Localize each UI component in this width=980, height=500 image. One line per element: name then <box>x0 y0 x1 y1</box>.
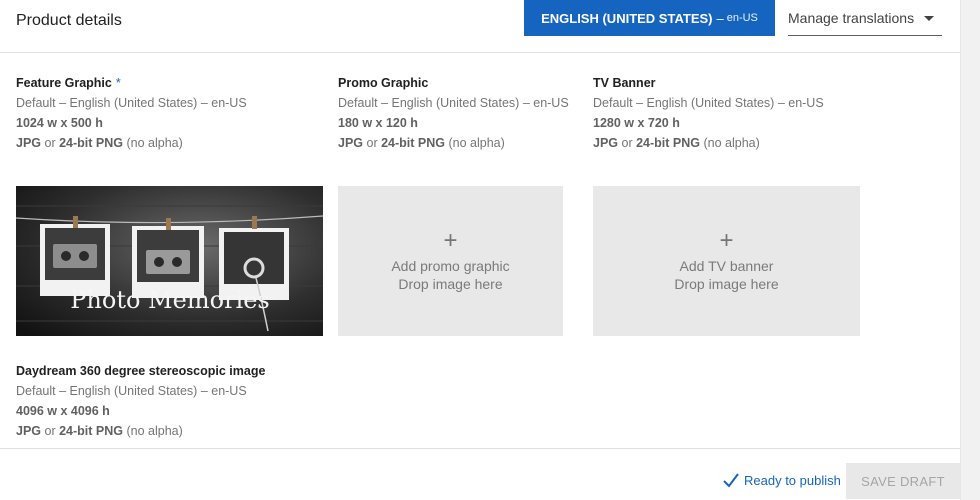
scrollbar[interactable] <box>960 0 980 500</box>
daydream-title: Daydream 360 degree stereoscopic image <box>16 364 266 378</box>
promo-graphic-spec: Promo Graphic Default – English (United … <box>338 73 569 153</box>
manage-translations-label: Manage translations <box>788 9 915 26</box>
required-marker: * <box>115 76 121 90</box>
ready-to-publish-label: Ready to publish <box>744 472 841 488</box>
promo-dropzone-label: Add promo graphic <box>391 258 510 274</box>
promo-graphic-dimensions: 180 w x 120 h <box>338 116 418 130</box>
daydream-language: Default – English (United States) – en-U… <box>16 384 247 398</box>
promo-graphic-format: JPG or 24-bit PNG (no alpha) <box>338 136 505 150</box>
promo-graphic-dropzone[interactable]: + Add promo graphic Drop image here <box>338 186 563 336</box>
manage-translations-dropdown[interactable]: Manage translations <box>788 0 942 36</box>
promo-graphic-title: Promo Graphic <box>338 76 429 90</box>
page-header: Product details ENGLISH (UNITED STATES) … <box>0 0 960 53</box>
feature-graphic-title: Feature Graphic <box>16 76 112 90</box>
feature-graphic-dimensions: 1024 w x 500 h <box>16 116 103 130</box>
tv-banner-language: Default – English (United States) – en-U… <box>593 96 824 110</box>
product-details-page: Product details ENGLISH (UNITED STATES) … <box>0 0 980 500</box>
checkmark-icon <box>723 473 739 488</box>
tv-dropzone-label: Add TV banner <box>679 258 774 274</box>
plus-icon: + <box>443 227 458 254</box>
language-code: en-US <box>726 12 758 24</box>
tv-dropzone-hint: Drop image here <box>674 276 779 292</box>
caret-down-icon <box>924 16 934 21</box>
plus-icon: + <box>719 227 734 254</box>
feature-graphic-format: JPG or 24-bit PNG (no alpha) <box>16 136 183 150</box>
feature-graphic-image[interactable]: Photo Memories <box>16 186 323 336</box>
tv-banner-dropzone[interactable]: + Add TV banner Drop image here <box>593 186 860 336</box>
daydream-format: JPG or 24-bit PNG (no alpha) <box>16 424 183 438</box>
language-separator: – <box>716 10 724 26</box>
promo-dropzone-hint: Drop image here <box>398 276 503 292</box>
feature-graphic-spec: Feature Graphic * Default – English (Unit… <box>16 73 247 153</box>
save-draft-button[interactable]: SAVE DRAFT <box>846 463 960 499</box>
daydream-image-spec: Daydream 360 degree stereoscopic image D… <box>16 361 265 441</box>
ready-to-publish-status[interactable]: Ready to publish <box>722 470 841 490</box>
tv-banner-spec: TV Banner Default – English (United Stat… <box>593 73 824 153</box>
feature-image-caption: Photo Memories <box>70 286 269 314</box>
page-title: Product details <box>16 12 122 29</box>
language-label: ENGLISH (UNITED STATES) <box>541 10 713 26</box>
tv-banner-dimensions: 1280 w x 720 h <box>593 116 680 130</box>
promo-graphic-language: Default – English (United States) – en-U… <box>338 96 569 110</box>
tv-banner-format: JPG or 24-bit PNG (no alpha) <box>593 136 760 150</box>
language-button[interactable]: ENGLISH (UNITED STATES) – en-US <box>524 0 775 36</box>
daydream-dimensions: 4096 w x 4096 h <box>16 404 110 418</box>
tv-banner-title: TV Banner <box>593 76 656 90</box>
feature-graphic-language: Default – English (United States) – en-U… <box>16 96 247 110</box>
photo-memories-artwork: Photo Memories <box>16 186 323 336</box>
